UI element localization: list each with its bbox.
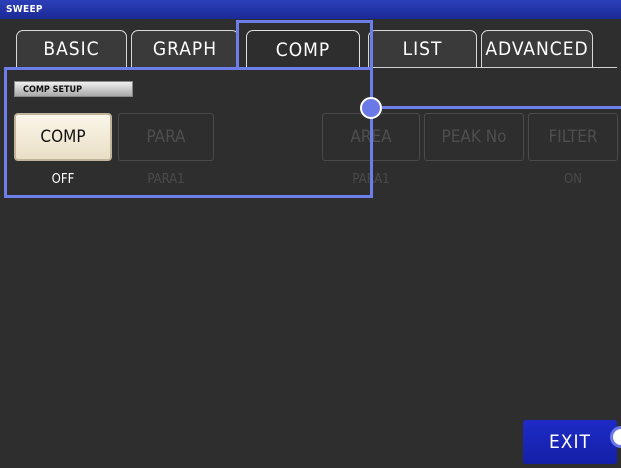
- peak-no-button[interactable]: PEAK No: [424, 113, 524, 161]
- callout-comp-setup-highlight: [4, 67, 373, 198]
- filter-value: ON: [564, 172, 582, 187]
- tab-advanced[interactable]: ADVANCED: [481, 30, 593, 67]
- window-title: SWEEP: [0, 0, 621, 19]
- filter-button[interactable]: FILTER: [528, 113, 618, 161]
- callout-leader-line: [382, 106, 621, 109]
- exit-button[interactable]: EXIT: [523, 420, 617, 464]
- tab-basic[interactable]: BASIC: [16, 30, 127, 67]
- tab-graph[interactable]: GRAPH: [131, 30, 239, 67]
- callout-pointer-icon: [360, 97, 382, 119]
- tab-list[interactable]: LIST: [368, 30, 477, 67]
- callout-tab-highlight: [236, 20, 373, 70]
